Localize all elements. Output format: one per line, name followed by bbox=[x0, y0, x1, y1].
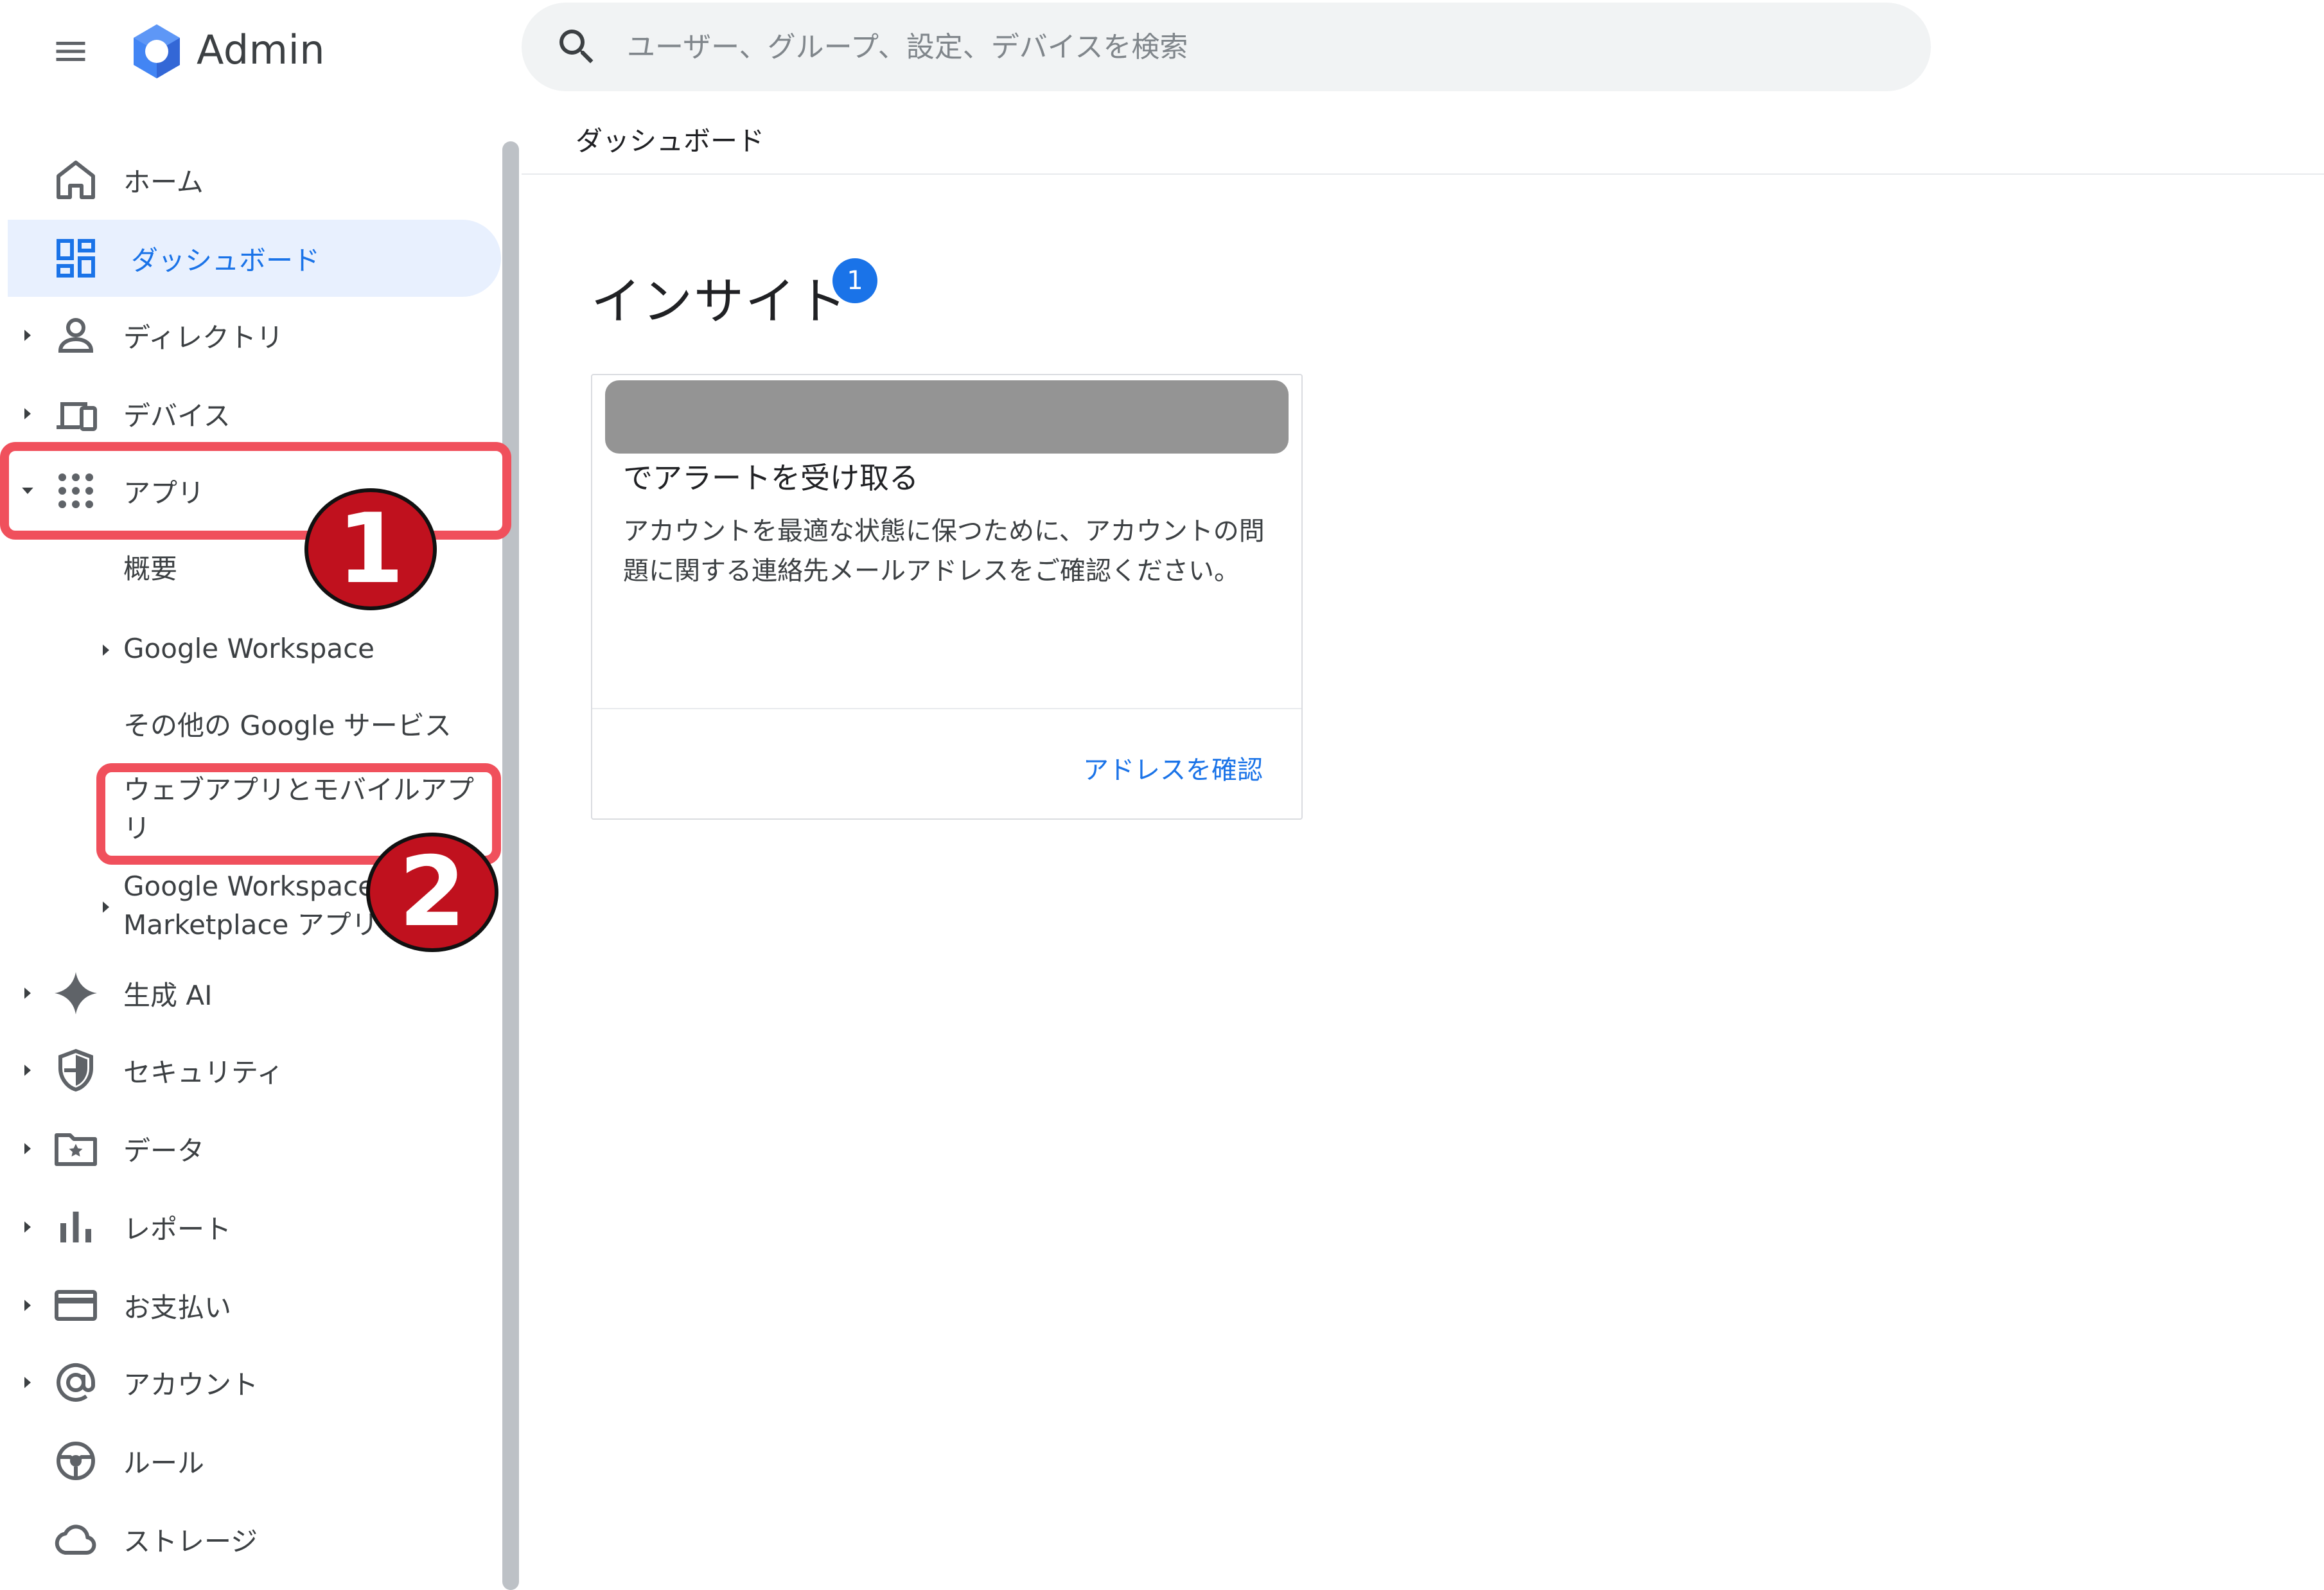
sidebar-item-label: ダッシュボード bbox=[131, 244, 321, 276]
sidebar-item-billing[interactable]: お支払い bbox=[0, 1267, 501, 1344]
caret-right-icon[interactable] bbox=[18, 1296, 37, 1315]
subitem-label: Google Workspace Marketplace アプリ bbox=[123, 870, 378, 941]
breadcrumb-divider bbox=[522, 173, 2324, 175]
search-icon[interactable] bbox=[554, 24, 600, 70]
sidebar-item-label: アカウント bbox=[123, 1368, 259, 1400]
subitem-label: Google Workspace bbox=[123, 633, 375, 664]
annotation-step-number: 1 bbox=[337, 493, 405, 605]
sidebar-item-security[interactable]: セキュリティ bbox=[0, 1032, 501, 1109]
search-bar[interactable] bbox=[522, 3, 1931, 91]
at-sign-icon bbox=[57, 1363, 95, 1402]
caret-right-icon[interactable] bbox=[18, 1217, 37, 1237]
sidebar-item-label: レポート bbox=[123, 1213, 232, 1245]
subitem-label: その他の Google サービス bbox=[123, 710, 452, 741]
subitem-label: 概要 bbox=[123, 553, 178, 585]
sidebar-item-label: 生成 AI bbox=[123, 979, 213, 1011]
caret-right-icon[interactable] bbox=[18, 1373, 37, 1392]
caret-right-icon[interactable] bbox=[18, 1061, 37, 1080]
dashboard-icon bbox=[57, 239, 95, 278]
apps-subitem-google-workspace[interactable]: Google Workspace bbox=[96, 630, 495, 671]
sidebar-item-generative-ai[interactable]: 生成 AI bbox=[0, 955, 501, 1032]
hamburger-menu-icon bbox=[56, 42, 85, 61]
sidebar-item-devices[interactable]: デバイス bbox=[0, 375, 501, 452]
sidebar-item-label: セキュリティ bbox=[123, 1056, 284, 1088]
sidebar-item-reports[interactable]: レポート bbox=[0, 1188, 501, 1266]
insight-count-badge: 1 bbox=[832, 258, 877, 303]
folder-star-icon bbox=[55, 1133, 97, 1166]
insight-card-title: でアラートを受け取る bbox=[623, 461, 919, 495]
caret-right-icon[interactable] bbox=[18, 1139, 37, 1158]
card-divider bbox=[592, 708, 1301, 709]
insights-heading: インサイト bbox=[591, 273, 849, 331]
insight-card-body: アカウントを最適な状態に保つために、アカウントの問題に関する連絡先メールアドレス… bbox=[623, 517, 1265, 586]
sidebar-item-label: ルール bbox=[123, 1447, 205, 1479]
sidebar-item-dashboard[interactable]: ダッシュボード bbox=[8, 220, 501, 297]
caret-right-icon[interactable] bbox=[96, 897, 116, 917]
credit-card-icon bbox=[55, 1290, 97, 1321]
sidebar-item-rules[interactable]: ルール bbox=[0, 1422, 501, 1499]
sidebar-item-label: ディレクトリ bbox=[123, 321, 284, 353]
caret-right-icon[interactable] bbox=[18, 984, 37, 1003]
sidebar-item-label: ストレージ bbox=[123, 1525, 258, 1557]
sidebar-item-storage[interactable]: ストレージ bbox=[0, 1501, 501, 1578]
caret-right-icon[interactable] bbox=[18, 404, 37, 423]
main-menu-button[interactable] bbox=[39, 19, 103, 84]
sidebar-item-directory[interactable]: ディレクトリ bbox=[0, 297, 501, 374]
person-icon bbox=[58, 318, 94, 353]
app-title: Admin bbox=[197, 26, 326, 73]
sparkle-icon bbox=[55, 972, 97, 1014]
bar-chart-icon bbox=[60, 1212, 91, 1242]
sidebar-item-label: デバイス bbox=[123, 400, 231, 432]
sidebar-item-data[interactable]: データ bbox=[0, 1110, 501, 1187]
devices-icon bbox=[57, 402, 97, 431]
apps-subitem-other-google-services[interactable]: その他の Google サービス bbox=[96, 707, 495, 748]
shield-icon bbox=[58, 1048, 93, 1092]
annotation-step-number: 2 bbox=[398, 836, 466, 948]
breadcrumb: ダッシュボード bbox=[576, 125, 765, 157]
rules-icon bbox=[57, 1442, 95, 1480]
sidebar-item-label: データ bbox=[123, 1135, 205, 1167]
home-icon bbox=[57, 161, 95, 199]
redacted-block bbox=[605, 380, 1289, 454]
insight-card: でアラートを受け取る アカウントを最適な状態に保つために、アカウントの問題に関す… bbox=[591, 374, 1303, 820]
sidebar-item-label: ホーム bbox=[123, 166, 204, 198]
annotation-highlight-apps bbox=[0, 442, 511, 540]
sidebar-item-home[interactable]: ホーム bbox=[0, 141, 501, 218]
caret-right-icon[interactable] bbox=[96, 640, 116, 660]
confirm-address-link[interactable]: アドレスを確認 bbox=[1083, 749, 1263, 786]
annotation-step-1-badge: 1 bbox=[304, 488, 437, 610]
cloud-icon bbox=[55, 1524, 96, 1555]
insight-count: 1 bbox=[847, 266, 863, 296]
sidebar-item-account[interactable]: アカウント bbox=[0, 1344, 501, 1421]
admin-hexagon-logo-icon bbox=[134, 24, 180, 78]
annotation-step-2-badge: 2 bbox=[366, 833, 498, 952]
admin-logo[interactable] bbox=[126, 21, 188, 82]
search-input[interactable] bbox=[626, 30, 1849, 64]
caret-right-icon[interactable] bbox=[18, 326, 37, 345]
sidebar-scrollbar[interactable] bbox=[502, 141, 519, 1590]
sidebar-item-label: お支払い bbox=[123, 1291, 232, 1323]
